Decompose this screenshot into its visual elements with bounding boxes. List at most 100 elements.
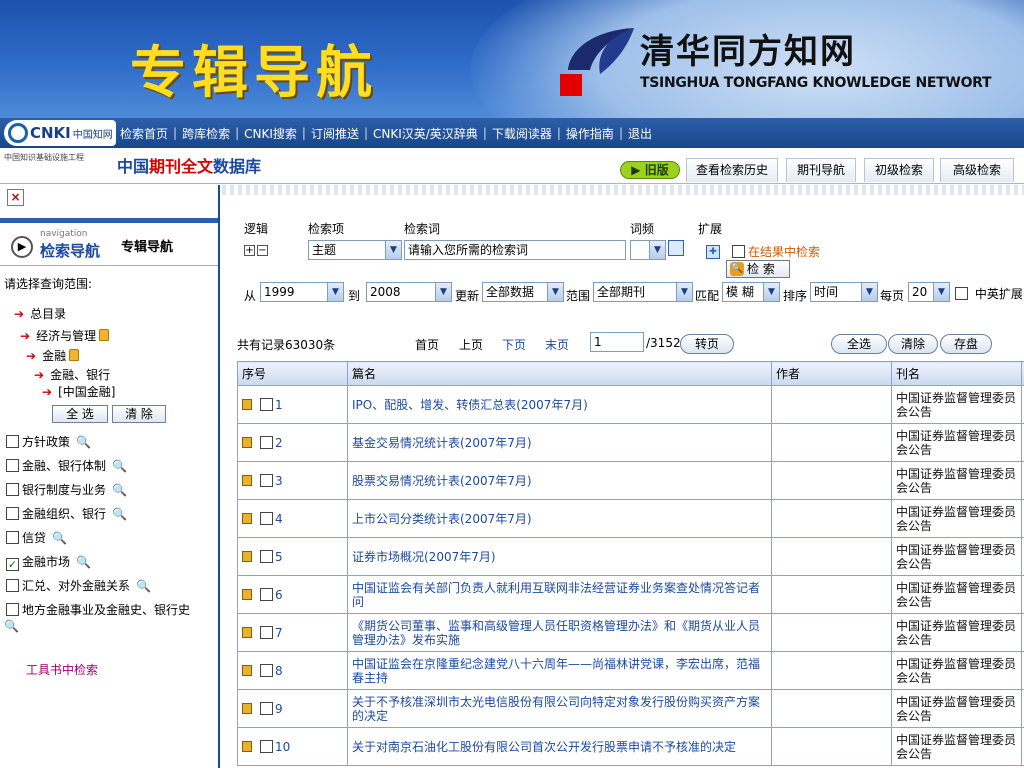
row-title[interactable]: IPO、配股、增发、转债汇总表(2007年7月) bbox=[347, 385, 772, 424]
nav-item-home[interactable]: 检索首页 bbox=[120, 125, 168, 142]
select-all-button[interactable]: 全 选 bbox=[52, 405, 108, 423]
document-icon[interactable] bbox=[242, 474, 252, 486]
row-title[interactable]: 中国证监会有关部门负责人就利用互联网非法经营证券业务案查处情况答记者问 bbox=[347, 575, 772, 614]
row-title[interactable]: 中国证监会在京隆重纪念建党八十六周年——尚福林讲党课，李宏出席，范福春主持 bbox=[347, 651, 772, 690]
row-checkbox[interactable] bbox=[260, 435, 273, 449]
document-icon[interactable] bbox=[242, 702, 252, 714]
row-source[interactable]: 中国证券监督管理委员会公告 bbox=[891, 651, 1022, 690]
row-source[interactable]: 中国证券监督管理委员会公告 bbox=[891, 537, 1022, 576]
col-header-title[interactable]: 篇名 bbox=[347, 361, 772, 386]
row-checkbox[interactable] bbox=[260, 701, 273, 715]
sort-select[interactable]: 时间 ▼ bbox=[810, 282, 878, 302]
nav-item-guide[interactable]: 操作指南 bbox=[566, 125, 614, 142]
reference-book-search-link[interactable]: 工具书中检索 bbox=[26, 661, 98, 678]
row-checkbox[interactable] bbox=[260, 473, 273, 487]
col-header-author[interactable]: 作者 bbox=[771, 361, 892, 386]
row-source[interactable]: 中国证券监督管理委员会公告 bbox=[891, 689, 1022, 728]
field-select[interactable]: 主题 ▼ bbox=[308, 240, 402, 260]
to-year-select[interactable]: 2008 ▼ bbox=[366, 282, 452, 302]
nav-item-logout[interactable]: 退出 bbox=[628, 125, 652, 142]
old-version-button[interactable]: ▶ 旧版 bbox=[620, 161, 680, 179]
nav-item-cnki-search[interactable]: CNKI搜索 bbox=[244, 125, 297, 142]
row-source[interactable]: 中国证券监督管理委员会公告 bbox=[891, 575, 1022, 614]
search-icon[interactable]: 🔍 bbox=[112, 507, 127, 521]
from-year-select[interactable]: 1999 ▼ bbox=[260, 282, 344, 302]
category-policy[interactable]: 方针政策 🔍 bbox=[6, 433, 91, 450]
document-icon[interactable] bbox=[242, 398, 252, 410]
row-title[interactable]: 关于不予核准深圳市太光电信股份有限公司向特定对象发行股份购买资产方案的决定 bbox=[347, 689, 772, 728]
row-checkbox[interactable] bbox=[260, 739, 273, 753]
tab-basic-search[interactable]: 初级检索 bbox=[864, 158, 934, 182]
row-source[interactable]: 中国证券监督管理委员会公告 bbox=[891, 461, 1022, 500]
row-checkbox[interactable] bbox=[260, 587, 273, 601]
category-financial-market[interactable]: ✓ 金融市场 🔍 bbox=[6, 553, 91, 571]
checkbox[interactable] bbox=[6, 483, 19, 496]
tab-advanced-search[interactable]: 高级检索 bbox=[940, 158, 1014, 182]
search-icon[interactable]: 🔍 bbox=[4, 619, 19, 633]
cnki-logo[interactable]: CNKI 中国知网 bbox=[4, 120, 116, 146]
document-icon[interactable] bbox=[242, 550, 252, 562]
row-title[interactable]: 《期货公司董事、监事和高级管理人员任职资格管理办法》和《期货从业人员管理办法》发… bbox=[347, 613, 772, 652]
row-title[interactable]: 证券市场概况(2007年7月) bbox=[347, 537, 772, 576]
next-page-link[interactable]: 下页 bbox=[502, 336, 526, 353]
per-page-select[interactable]: 20 ▼ bbox=[908, 282, 950, 302]
nav-item-cross-db[interactable]: 跨库检索 bbox=[182, 125, 230, 142]
page-input[interactable]: 1 bbox=[590, 332, 644, 352]
row-source[interactable]: 中国证券监督管理委员会公告 bbox=[891, 499, 1022, 538]
row-checkbox[interactable] bbox=[260, 511, 273, 525]
freq-icon[interactable] bbox=[668, 240, 684, 256]
category-local-finance[interactable]: 地方金融事业及金融史、银行史 bbox=[6, 601, 190, 618]
match-select[interactable]: 模 糊 ▼ bbox=[722, 282, 780, 302]
checkbox[interactable] bbox=[955, 287, 968, 300]
checkbox[interactable] bbox=[6, 603, 19, 616]
document-icon[interactable] bbox=[242, 512, 252, 524]
search-icon[interactable]: 🔍 bbox=[112, 459, 127, 473]
checkbox-checked[interactable]: ✓ bbox=[6, 558, 19, 571]
tree-item-finance-bank[interactable]: ➔ 金融、银行 bbox=[34, 366, 110, 383]
checkbox[interactable] bbox=[6, 435, 19, 448]
checkbox[interactable] bbox=[732, 245, 745, 258]
category-bank-system[interactable]: 金融、银行体制 🔍 bbox=[6, 457, 127, 474]
col-header-no[interactable]: 序号 bbox=[237, 361, 348, 386]
tree-item-finance[interactable]: ➔ 金融 bbox=[26, 347, 80, 364]
checkbox[interactable] bbox=[6, 531, 19, 544]
play-icon[interactable]: ▶ bbox=[11, 236, 33, 258]
tree-item-root[interactable]: ➔ 总目录 bbox=[14, 305, 66, 322]
row-title[interactable]: 关于对南京石油化工股份有限公司首次公开发行股票申请不予核准的决定 bbox=[347, 727, 772, 766]
row-checkbox[interactable] bbox=[260, 397, 273, 411]
tree-item-econ[interactable]: ➔ 经济与管理 bbox=[20, 327, 110, 344]
search-icon[interactable]: 🔍 bbox=[136, 579, 151, 593]
category-finance-org[interactable]: 金融组织、银行 🔍 bbox=[6, 505, 127, 522]
document-icon[interactable] bbox=[242, 740, 252, 752]
nav-item-subscribe[interactable]: 订阅推送 bbox=[311, 125, 359, 142]
close-icon[interactable]: × bbox=[7, 189, 24, 206]
first-page-link[interactable]: 首页 bbox=[415, 336, 439, 353]
clear-button[interactable]: 清 除 bbox=[112, 405, 166, 423]
nav-item-reader[interactable]: 下载阅读器 bbox=[492, 125, 552, 142]
update-select[interactable]: 全部数据 ▼ bbox=[482, 282, 564, 302]
search-icon[interactable]: 🔍 bbox=[52, 531, 67, 545]
row-checkbox[interactable] bbox=[260, 625, 273, 639]
range-select[interactable]: 全部期刊 ▼ bbox=[593, 282, 693, 302]
row-title[interactable]: 基金交易情况统计表(2007年7月) bbox=[347, 423, 772, 462]
tab-search-history[interactable]: 查看检索历史 bbox=[686, 158, 778, 182]
document-icon[interactable] bbox=[242, 626, 252, 638]
row-source[interactable]: 中国证券监督管理委员会公告 bbox=[891, 727, 1022, 766]
row-title[interactable]: 上市公司分类统计表(2007年7月) bbox=[347, 499, 772, 538]
row-title[interactable]: 股票交易情况统计表(2007年7月) bbox=[347, 461, 772, 500]
checkbox[interactable] bbox=[6, 579, 19, 592]
clear-results-button[interactable]: 清除 bbox=[888, 334, 938, 354]
prev-page-link[interactable]: 上页 bbox=[459, 336, 483, 353]
in-results-option[interactable]: 在结果中检索 bbox=[732, 243, 820, 260]
document-icon[interactable] bbox=[242, 664, 252, 676]
col-header-source[interactable]: 刊名 bbox=[891, 361, 1022, 386]
search-term-input[interactable]: 请输入您所需的检索词 bbox=[404, 240, 626, 260]
search-icon[interactable]: 🔍 bbox=[112, 483, 127, 497]
checkbox[interactable] bbox=[6, 507, 19, 520]
search-icon[interactable]: 🔍 bbox=[76, 435, 91, 449]
goto-page-button[interactable]: 转页 bbox=[680, 334, 734, 354]
row-checkbox[interactable] bbox=[260, 549, 273, 563]
checkbox[interactable] bbox=[6, 459, 19, 472]
tree-item-china-finance[interactable]: ➔ [中国金融] bbox=[42, 383, 115, 400]
category-credit[interactable]: 信贷 🔍 bbox=[6, 529, 67, 546]
